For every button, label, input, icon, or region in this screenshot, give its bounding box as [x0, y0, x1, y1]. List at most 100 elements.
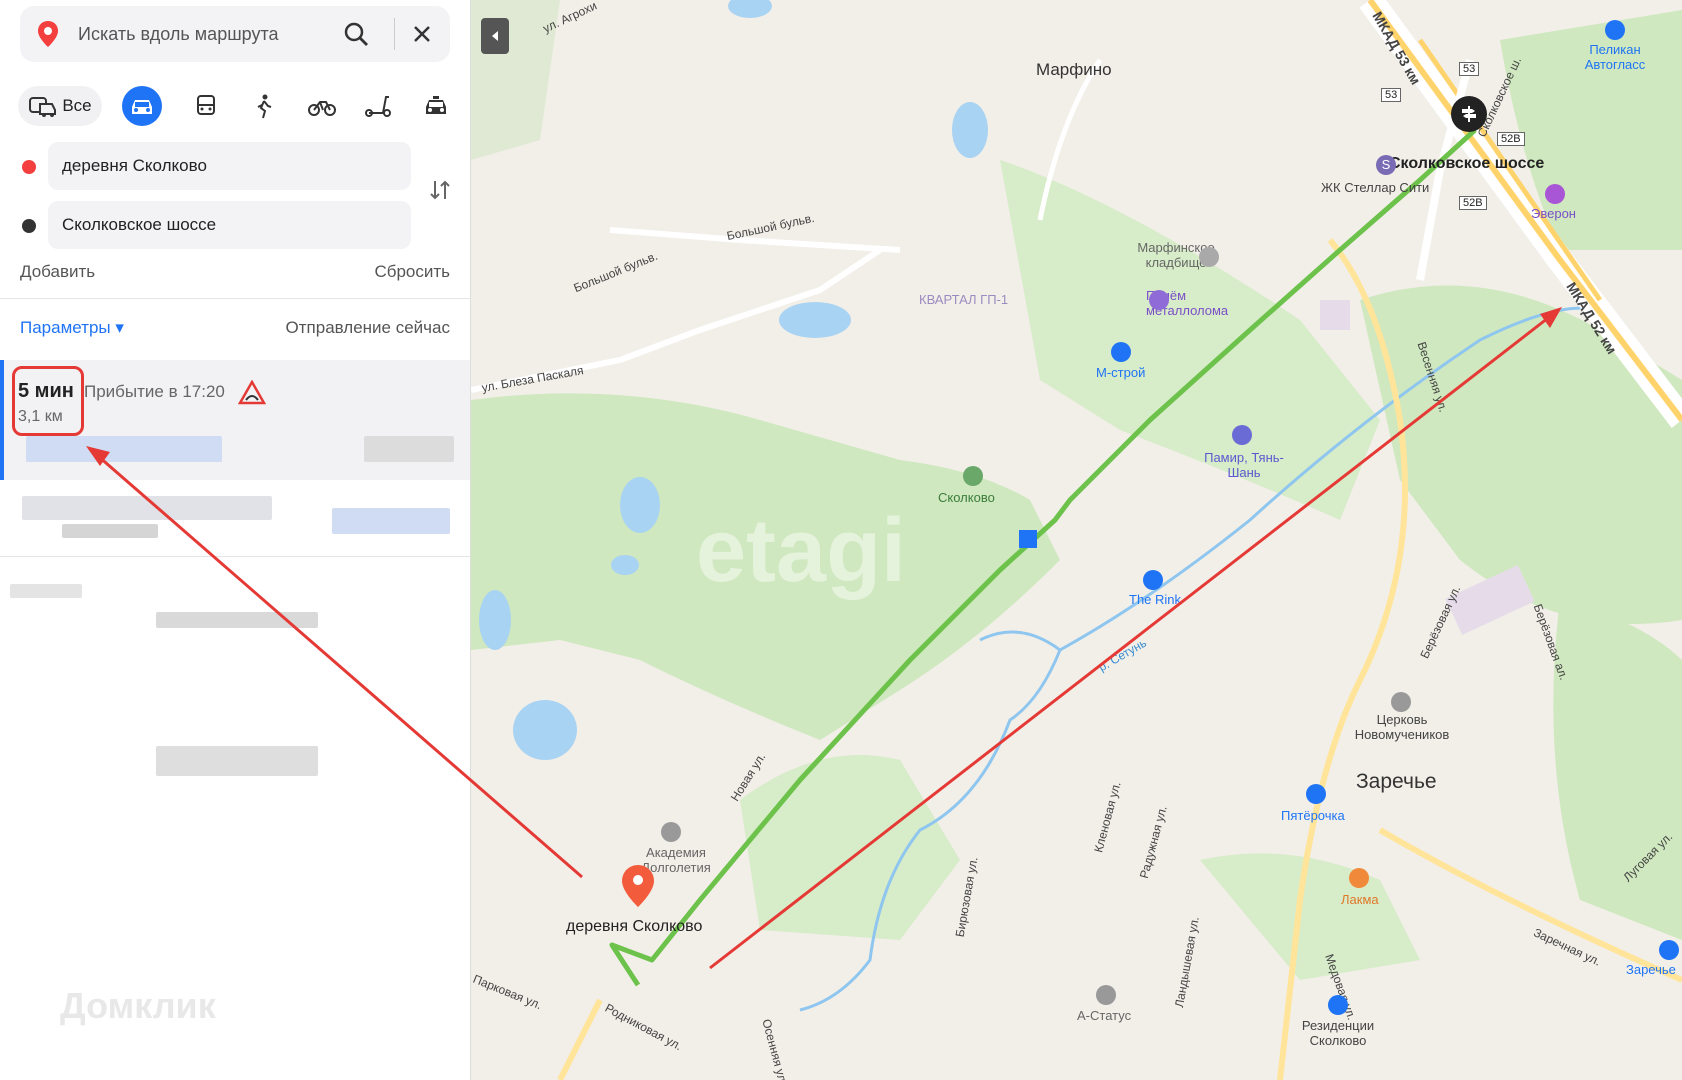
car-service-icon[interactable] — [1605, 20, 1625, 40]
taxi-icon — [426, 96, 446, 114]
lake — [779, 302, 851, 338]
map-poi-rink[interactable]: The Rink — [1129, 592, 1181, 607]
hotel-icon[interactable] — [1232, 425, 1252, 445]
divider — [394, 18, 395, 50]
watermark: Домклик — [60, 985, 216, 1026]
mode-walk-button[interactable] — [244, 86, 284, 126]
mode-scooter-button[interactable] — [358, 86, 398, 126]
walk-icon — [257, 94, 272, 119]
map-watermark: etagi — [696, 501, 907, 601]
blurred-text — [26, 436, 222, 462]
road-shield: 53 — [1459, 62, 1480, 76]
divider — [0, 556, 470, 557]
destination-field[interactable]: Сколковское шоссе — [48, 201, 411, 249]
map-label-marfino: Марфино — [1036, 60, 1112, 79]
route-option-selected[interactable]: 5 мин 3,1 км Прибытие в 17:20 — [0, 360, 470, 480]
map-poi-everon[interactable]: Эверон — [1531, 206, 1576, 221]
transport-modes: Все — [18, 86, 458, 126]
blurred-text — [156, 612, 318, 628]
close-icon[interactable] — [408, 20, 436, 53]
recycle-icon[interactable] — [1149, 290, 1169, 310]
mode-bike-button[interactable] — [300, 86, 344, 126]
gear-icon[interactable] — [1096, 985, 1116, 1005]
stop-marker[interactable] — [1451, 96, 1487, 132]
cross-icon[interactable] — [1199, 247, 1219, 267]
warning-icon — [237, 379, 267, 411]
trophy-icon[interactable] — [963, 466, 983, 486]
car-icon — [132, 100, 152, 114]
blurred-text — [10, 584, 82, 598]
search-input[interactable]: Искать вдоль маршрута — [78, 24, 279, 45]
origin-marker-icon — [22, 160, 36, 174]
route-sidebar: Искать вдоль маршрута Все деревня Сколко… — [0, 0, 471, 1080]
bike-icon — [308, 101, 336, 116]
bus-icon — [197, 95, 215, 115]
location-pin-icon — [36, 20, 60, 53]
map-poi-lakma[interactable]: Лакма — [1341, 892, 1379, 907]
highlight-box — [12, 366, 84, 436]
residential-icon[interactable] — [1328, 995, 1348, 1015]
destination-pin[interactable] — [621, 864, 655, 913]
blurred-text — [156, 746, 318, 776]
parameters-dropdown[interactable]: Параметры ▾ — [20, 318, 124, 338]
divider — [0, 298, 470, 299]
cart-icon[interactable] — [1111, 342, 1131, 362]
search-icon[interactable] — [342, 20, 370, 53]
cafe-icon[interactable] — [1349, 868, 1369, 888]
blurred-text — [364, 436, 454, 462]
map-poi-pyaterochka[interactable]: Пятёрочка — [1281, 808, 1345, 823]
location-pin-icon — [622, 865, 654, 907]
lake — [952, 102, 988, 158]
signpost-icon — [1462, 106, 1476, 122]
blurred-text — [332, 508, 450, 534]
map-view[interactable]: Марфино ул. Агрохи Большой бульв. Большо… — [471, 0, 1682, 1080]
mode-car-button[interactable] — [122, 86, 162, 126]
route-arrival: Прибытие в 17:20 — [84, 382, 225, 401]
map-poi-mstroy[interactable]: М-строй — [1096, 365, 1145, 380]
map-poi-residences[interactable]: Резиденции Сколково — [1293, 1018, 1383, 1048]
crosswalk-icon — [1019, 530, 1037, 548]
mode-bus-button[interactable] — [186, 86, 226, 126]
map-poi-pamir[interactable]: Памир, Тянь-Шань — [1199, 450, 1289, 480]
swap-icon[interactable] — [428, 178, 452, 207]
car-bus-icon — [29, 97, 57, 117]
route-search-bar[interactable]: Искать вдоль маршрута — [20, 6, 450, 62]
mode-all-button[interactable]: Все — [18, 86, 102, 126]
mode-taxi-button[interactable] — [416, 86, 456, 126]
map-label-stop[interactable]: Сколковское шоссе — [1389, 155, 1544, 173]
map-label-zarechye: Заречье — [1356, 770, 1437, 793]
church-icon[interactable] — [1391, 692, 1411, 712]
collapse-sidebar-button[interactable] — [481, 18, 509, 54]
road-shield: 53 — [1381, 88, 1402, 102]
map-poi-skolkovo-park[interactable]: Сколково — [938, 490, 995, 505]
add-waypoint-button[interactable]: Добавить — [20, 262, 95, 282]
map-label-destination: деревня Сколково — [566, 918, 703, 935]
map-poi-pelikan[interactable]: Пеликан Автогласс — [1575, 42, 1655, 72]
road-shield: 52В — [1459, 196, 1487, 210]
reset-button[interactable]: Сбросить — [374, 262, 450, 282]
map-label-district: КВАРТАЛ ГП-1 — [919, 292, 1009, 307]
map-poi-church[interactable]: Церковь Новомучеников — [1347, 712, 1457, 742]
destination-marker-icon — [22, 219, 36, 233]
scooter-icon — [365, 96, 391, 117]
flag-icon[interactable] — [661, 822, 681, 842]
basket-icon[interactable] — [1306, 784, 1326, 804]
shop-icon[interactable] — [1545, 184, 1565, 204]
lake — [611, 555, 639, 575]
blurred-text — [62, 524, 158, 538]
lake — [620, 477, 660, 533]
mode-all-label: Все — [62, 96, 92, 115]
map-poi-zarechye[interactable]: Заречье — [1626, 962, 1676, 977]
metro-station-icon[interactable]: S — [1376, 155, 1396, 175]
origin-field[interactable]: деревня Сколково — [48, 142, 411, 190]
blurred-text — [22, 496, 272, 520]
route-option-alt[interactable] — [0, 482, 470, 554]
departure-time-button[interactable]: Отправление сейчас — [286, 318, 450, 338]
map-poi-astatus[interactable]: А-Статус — [1077, 1008, 1131, 1023]
shop-icon[interactable] — [1659, 940, 1679, 960]
lake — [479, 590, 511, 650]
lake — [513, 700, 577, 760]
skate-icon[interactable] — [1143, 570, 1163, 590]
chevron-left-icon — [492, 31, 498, 41]
map-label-stellar: ЖК Стеллар Сити — [1321, 180, 1430, 195]
